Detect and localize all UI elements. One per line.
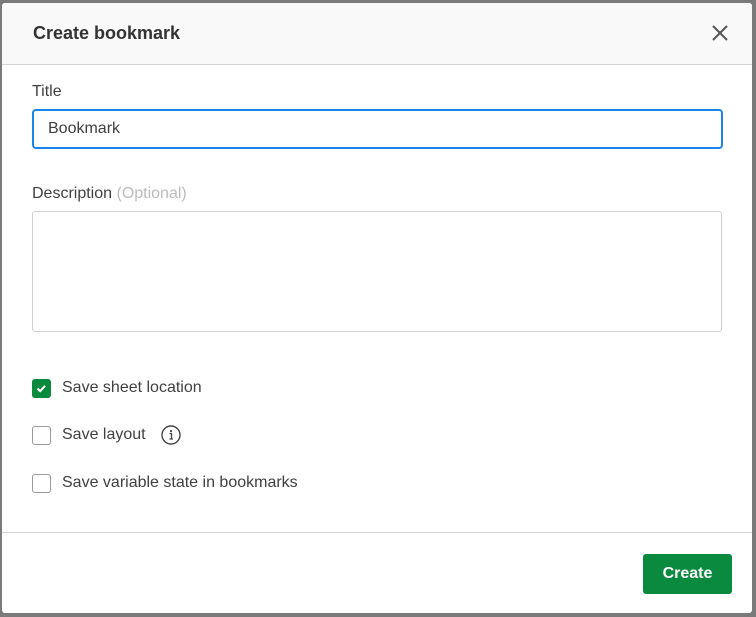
description-input[interactable] (32, 211, 722, 332)
title-label: Title (32, 83, 62, 100)
title-input[interactable] (32, 109, 723, 149)
save-layout-checkbox[interactable] (32, 426, 51, 445)
close-icon[interactable] (708, 21, 732, 45)
description-label: Description (Optional) (32, 185, 187, 203)
description-label-text: Description (32, 185, 113, 202)
save-sheet-location-label: Save sheet location (62, 379, 202, 396)
optional-hint: (Optional) (116, 185, 187, 202)
save-layout-label: Save layout (62, 426, 146, 443)
info-icon[interactable] (161, 425, 181, 445)
dialog-footer: Create (2, 532, 752, 613)
create-button[interactable]: Create (643, 554, 732, 594)
checkmark-icon (36, 385, 46, 393)
save-variable-state-checkbox[interactable] (32, 474, 51, 493)
save-variable-state-label: Save variable state in bookmarks (62, 474, 298, 491)
create-bookmark-dialog: Create bookmark Title Description (Optio… (2, 3, 752, 613)
dialog-header: Create bookmark (2, 3, 752, 65)
dialog-title: Create bookmark (33, 23, 181, 43)
save-sheet-location-checkbox[interactable] (32, 379, 51, 398)
